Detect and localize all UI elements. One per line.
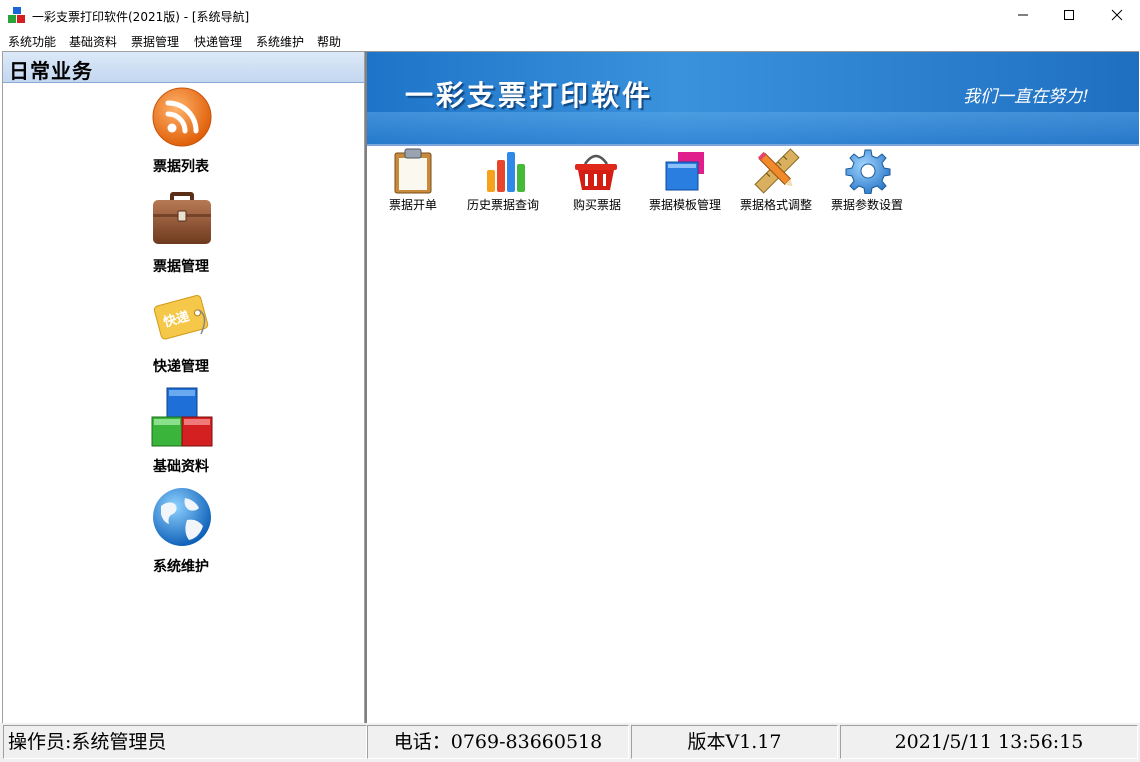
close-button[interactable] bbox=[1094, 0, 1140, 31]
briefcase-icon bbox=[153, 192, 211, 244]
blocks-icon bbox=[151, 387, 213, 447]
minimize-button[interactable] bbox=[1000, 0, 1046, 31]
menu-help[interactable]: 帮助 bbox=[317, 33, 341, 50]
panel-header: 日常业务 bbox=[3, 52, 364, 83]
minimize-icon bbox=[1018, 14, 1028, 16]
menu-ticket-management[interactable]: 票据管理 bbox=[131, 33, 179, 50]
tool-buy-tickets[interactable]: 购买票据 bbox=[569, 148, 625, 214]
rss-icon bbox=[152, 87, 212, 147]
gear-icon bbox=[845, 149, 891, 194]
window-title: 一彩支票打印软件(2021版) - [系统导航] bbox=[32, 10, 250, 24]
status-bar: 操作员:系统管理员 电话：0769-83660518 版本V1.17 2021/… bbox=[0, 723, 1140, 762]
status-operator: 操作员:系统管理员 bbox=[3, 725, 367, 759]
nav-label: 系统维护 bbox=[153, 559, 209, 575]
nav-ticket-list[interactable]: 票据列表 bbox=[131, 86, 231, 182]
menu-system-functions[interactable]: 系统功能 bbox=[8, 33, 56, 50]
menu-bar: 系统功能 基础资料 票据管理 快递管理 系统维护 帮助 bbox=[0, 31, 1140, 51]
nav-label: 基础资料 bbox=[153, 459, 209, 475]
nav-label: 票据管理 bbox=[153, 259, 209, 275]
tool-label: 票据格式调整 bbox=[740, 198, 813, 212]
tool-label: 历史票据查询 bbox=[467, 198, 540, 212]
close-icon bbox=[1111, 9, 1123, 21]
banner-stripe bbox=[367, 112, 1139, 144]
panel-title: 日常业务 bbox=[9, 59, 93, 83]
menu-system-maintenance[interactable]: 系统维护 bbox=[256, 33, 304, 50]
status-datetime: 2021/5/11 13:56:15 bbox=[840, 725, 1138, 759]
banner: 一彩支票打印软件 我们一直在努力! bbox=[367, 52, 1139, 144]
ruler-pencil-icon bbox=[754, 148, 800, 194]
template-icon bbox=[665, 152, 704, 191]
nav-ticket-management[interactable]: 票据管理 bbox=[131, 186, 231, 282]
tool-label: 票据开单 bbox=[389, 198, 438, 212]
title-bar: 一彩支票打印软件(2021版) - [系统导航] bbox=[0, 0, 1140, 31]
basket-icon bbox=[575, 154, 617, 190]
globe-icon bbox=[153, 488, 211, 546]
bar-chart-icon bbox=[487, 152, 525, 192]
banner-title: 一彩支票打印软件 bbox=[405, 79, 654, 112]
nav-label: 快递管理 bbox=[153, 359, 209, 375]
menu-basic-data[interactable]: 基础资料 bbox=[69, 33, 117, 50]
status-version: 版本V1.17 bbox=[631, 725, 838, 759]
menu-express-management[interactable]: 快递管理 bbox=[194, 33, 242, 50]
tool-issue-ticket[interactable]: 票据开单 bbox=[385, 148, 441, 214]
clipboard-icon bbox=[394, 148, 432, 194]
tool-label: 票据模板管理 bbox=[649, 198, 722, 212]
maximize-button[interactable] bbox=[1046, 0, 1092, 31]
status-phone: 电话：0769-83660518 bbox=[367, 725, 629, 759]
tool-history-query[interactable]: 历史票据查询 bbox=[467, 148, 547, 214]
tool-label: 购买票据 bbox=[573, 198, 622, 212]
tool-format-adjust[interactable]: 票据格式调整 bbox=[740, 148, 820, 214]
system-navigation-panel: 一彩支票打印软件 我们一直在努力! 票据开单 历史票据查询 购买票据 票据模板管… bbox=[365, 51, 1139, 723]
nav-express-management[interactable]: 快递 快递管理 bbox=[131, 286, 231, 382]
tool-template-management[interactable]: 票据模板管理 bbox=[649, 148, 729, 214]
daily-business-panel: 日常业务 票据列表 票据管理 快递 快递管理 基础资料 系统维护 bbox=[2, 51, 365, 724]
tool-label: 票据参数设置 bbox=[831, 198, 904, 212]
nav-system-maintenance[interactable]: 系统维护 bbox=[131, 486, 231, 582]
nav-label: 票据列表 bbox=[153, 159, 209, 175]
nav-basic-data[interactable]: 基础资料 bbox=[131, 386, 231, 482]
banner-slogan: 我们一直在努力! bbox=[963, 87, 1089, 107]
app-icon bbox=[8, 7, 25, 23]
express-tag-icon: 快递 bbox=[153, 295, 209, 340]
toolbar-divider bbox=[367, 144, 1139, 146]
maximize-icon bbox=[1064, 10, 1074, 20]
tool-parameter-settings[interactable]: 票据参数设置 bbox=[831, 148, 911, 214]
